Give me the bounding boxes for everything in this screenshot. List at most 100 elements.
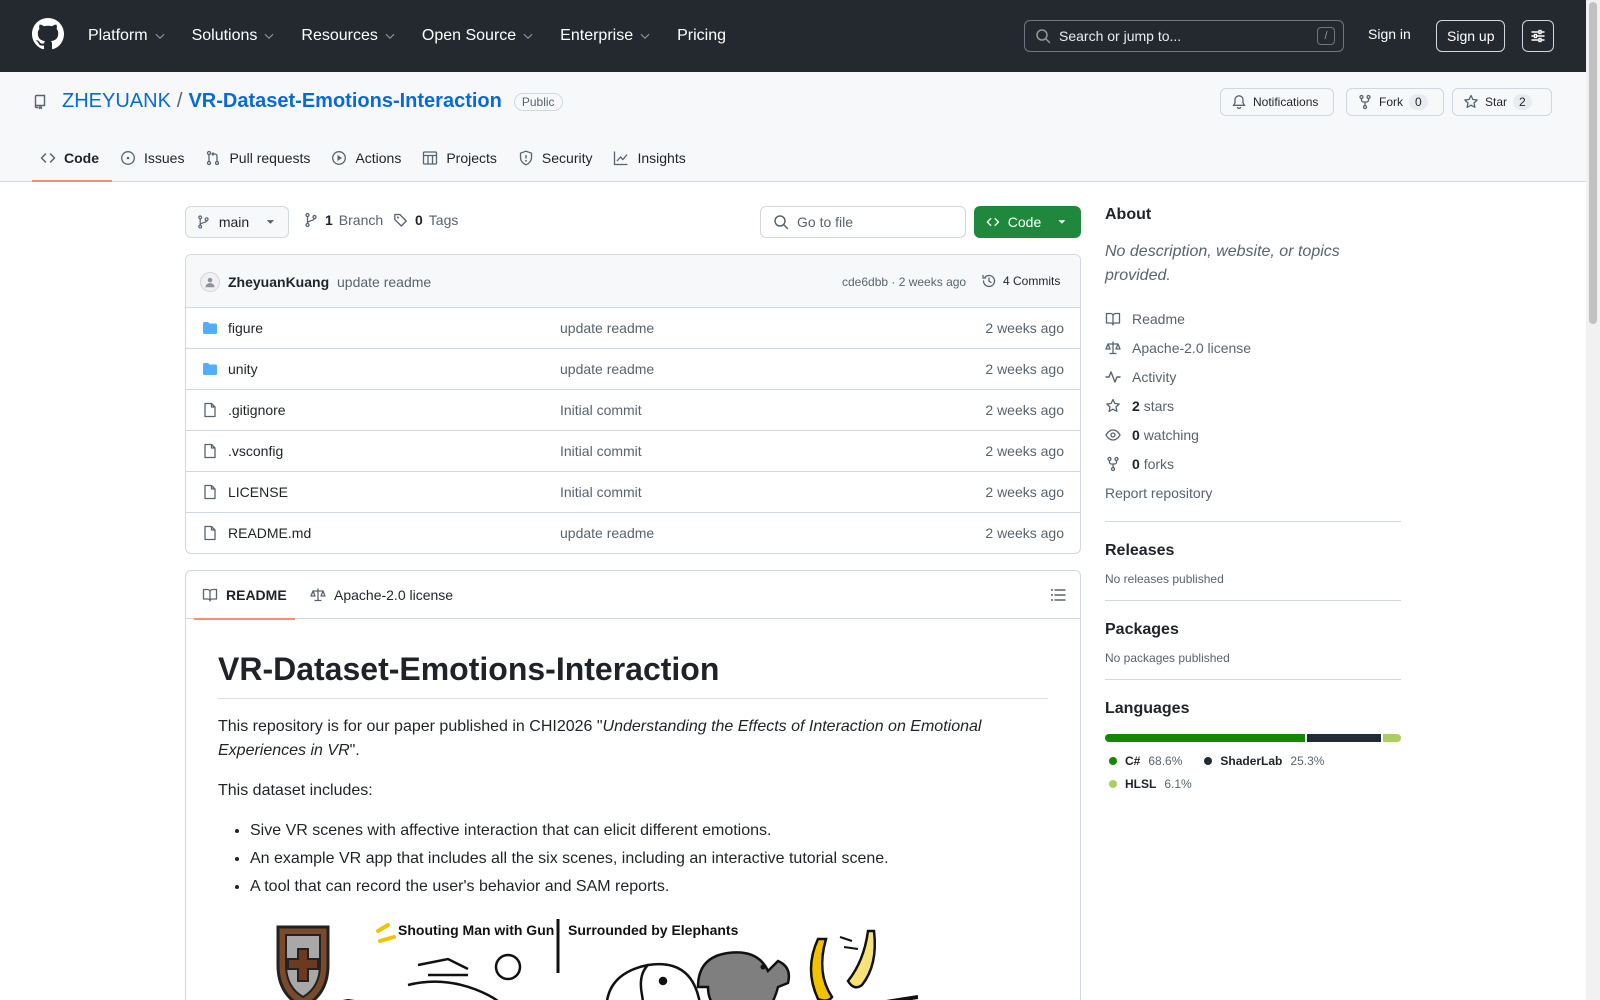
sidebar-link-label: Readme: [1132, 310, 1185, 327]
sidebar-link-activity[interactable]: Activity: [1105, 362, 1401, 391]
file-commit-link[interactable]: update readme: [560, 320, 654, 336]
list-outline-icon[interactable]: [1050, 587, 1066, 603]
nav-item-solutions[interactable]: Solutions: [192, 27, 276, 45]
releases-title[interactable]: Releases: [1105, 542, 1401, 560]
sign-in-link[interactable]: Sign in: [1368, 26, 1411, 42]
intro-prefix: This repository is for our paper publish…: [218, 718, 603, 735]
commit-hash-time[interactable]: cde6dbb · 2 weeks ago: [842, 275, 966, 289]
tags-link[interactable]: 0 Tags: [393, 212, 458, 228]
tab-license[interactable]: Apache-2.0 license: [310, 571, 453, 619]
scrollbar-thumb[interactable]: [1589, 2, 1597, 324]
sidebar-link-watching[interactable]: 0 watching: [1105, 420, 1401, 449]
file-date: 2 weeks ago: [985, 443, 1064, 459]
page-scrollbar[interactable]: [1586, 0, 1600, 1000]
tab-insights[interactable]: Insights: [605, 134, 698, 182]
file-name-link[interactable]: .vsconfig: [228, 443, 283, 459]
language-bar-segment[interactable]: [1307, 734, 1382, 742]
tab-actions[interactable]: Actions: [323, 134, 414, 182]
branches-link[interactable]: 1 Branch: [303, 212, 383, 228]
file-icon: [204, 484, 216, 500]
chevron-down-icon: [385, 33, 395, 39]
language-item[interactable]: ShaderLab 25.3%: [1200, 752, 1324, 769]
repo-owner-link[interactable]: ZHEYUANK: [62, 90, 171, 113]
tag-icon: [394, 213, 407, 227]
language-item[interactable]: HLSL 6.1%: [1105, 775, 1192, 792]
sidebar-link-text: 0 forks: [1132, 456, 1174, 472]
file-commit-link[interactable]: update readme: [560, 525, 654, 541]
path-separator: /: [176, 90, 183, 112]
play-icon: [332, 151, 347, 165]
language-bar-segment[interactable]: [1105, 734, 1306, 742]
languages-section: Languages C# 68.6% ShaderLab 25.3% HLSL 6.1%: [1105, 679, 1401, 792]
repo-name-link[interactable]: VR-Dataset-Emotions-Interaction: [188, 90, 501, 113]
fork-count: 0: [1409, 94, 1428, 110]
table-row[interactable]: figure update readme 2 weeks ago: [186, 308, 1080, 349]
commit-author-link[interactable]: ZheyuanKuang: [228, 274, 329, 290]
sidebar-link-stars[interactable]: 2 stars: [1105, 391, 1401, 420]
readme-content: VR-Dataset-Emotions-Interaction This rep…: [186, 619, 1080, 1000]
file-commit-link[interactable]: Initial commit: [560, 484, 642, 500]
star-button[interactable]: Star 2: [1452, 88, 1552, 116]
language-bar-segment[interactable]: [1383, 734, 1401, 742]
commits-history-link[interactable]: 4 Commits: [981, 273, 1060, 289]
settings-menu-button[interactable]: [1522, 20, 1554, 52]
folder-icon: [203, 363, 217, 375]
language-dot: [1109, 779, 1117, 788]
tab-projects[interactable]: Projects: [414, 134, 510, 182]
table-row[interactable]: README.md update readme 2 weeks ago: [186, 513, 1080, 553]
star-icon: [1106, 398, 1120, 412]
github-logo-icon[interactable]: [32, 18, 64, 50]
table-row[interactable]: .vsconfig Initial commit 2 weeks ago: [186, 431, 1080, 472]
packages-title[interactable]: Packages: [1105, 621, 1401, 639]
file-commit-link[interactable]: Initial commit: [560, 402, 642, 418]
tab-label: Code: [64, 150, 99, 166]
nav-item-enterprise[interactable]: Enterprise: [560, 27, 651, 45]
sidebar-link-count: 2: [1132, 397, 1140, 414]
language-percent: 68.6%: [1148, 753, 1183, 768]
nav-item-open-source[interactable]: Open Source: [422, 27, 534, 45]
sidebar-link-forks[interactable]: 0 forks: [1105, 449, 1401, 478]
nav-item-label: Platform: [88, 27, 148, 44]
avatar[interactable]: [200, 272, 220, 292]
commit-message-link[interactable]: update readme: [337, 274, 431, 290]
table-row[interactable]: .gitignore Initial commit 2 weeks ago: [186, 390, 1080, 431]
report-repository-link[interactable]: Report repository: [1105, 478, 1401, 507]
table-row[interactable]: LICENSE Initial commit 2 weeks ago: [186, 472, 1080, 513]
notifications-button[interactable]: Notifications: [1220, 88, 1334, 116]
sidebar-link-count: 0: [1132, 455, 1140, 472]
file-name-link[interactable]: .gitignore: [228, 402, 286, 418]
book-icon: [1105, 312, 1121, 326]
tag-count: 0: [415, 212, 423, 228]
sidebar-link-apache-2-0-license[interactable]: Apache-2.0 license: [1105, 333, 1401, 362]
code-button[interactable]: Code: [974, 206, 1081, 238]
language-name: ShaderLab: [1220, 753, 1283, 768]
global-search-input[interactable]: Search or jump to... /: [1024, 20, 1344, 52]
file-name-link[interactable]: README.md: [228, 525, 311, 541]
tab-issues[interactable]: Issues: [112, 134, 197, 182]
file-icon: [204, 443, 216, 459]
fork-button[interactable]: Fork 0: [1346, 88, 1444, 116]
branch-selector[interactable]: main: [185, 206, 289, 238]
table-row[interactable]: unity update readme 2 weeks ago: [186, 349, 1080, 390]
file-commit-link[interactable]: update readme: [560, 361, 654, 377]
tab-code[interactable]: Code: [32, 134, 112, 182]
nav-item-resources[interactable]: Resources: [301, 27, 395, 45]
elephant-grey-drawing: [696, 951, 791, 1000]
fork-icon: [1359, 94, 1371, 110]
language-item[interactable]: C# 68.6%: [1105, 752, 1182, 769]
languages-title: Languages: [1105, 700, 1190, 717]
readme-panel: README Apache-2.0 license VR-Dataset-Emo…: [185, 570, 1081, 1000]
nav-item-pricing[interactable]: Pricing: [677, 27, 726, 45]
sign-up-button[interactable]: Sign up: [1436, 20, 1506, 52]
tab-readme[interactable]: README: [194, 571, 295, 620]
nav-item-platform[interactable]: Platform: [88, 27, 166, 45]
file-name-link[interactable]: unity: [228, 361, 258, 377]
file-commit-link[interactable]: Initial commit: [560, 443, 642, 459]
tab-pull-requests[interactable]: Pull requests: [197, 134, 323, 182]
tab-security[interactable]: Security: [510, 134, 606, 182]
branch-count: 1: [325, 212, 333, 228]
file-name-link[interactable]: LICENSE: [228, 484, 288, 500]
file-name-link[interactable]: figure: [228, 320, 263, 336]
go-to-file-input[interactable]: Go to file: [760, 206, 966, 238]
sidebar-link-readme[interactable]: Readme: [1105, 304, 1401, 333]
